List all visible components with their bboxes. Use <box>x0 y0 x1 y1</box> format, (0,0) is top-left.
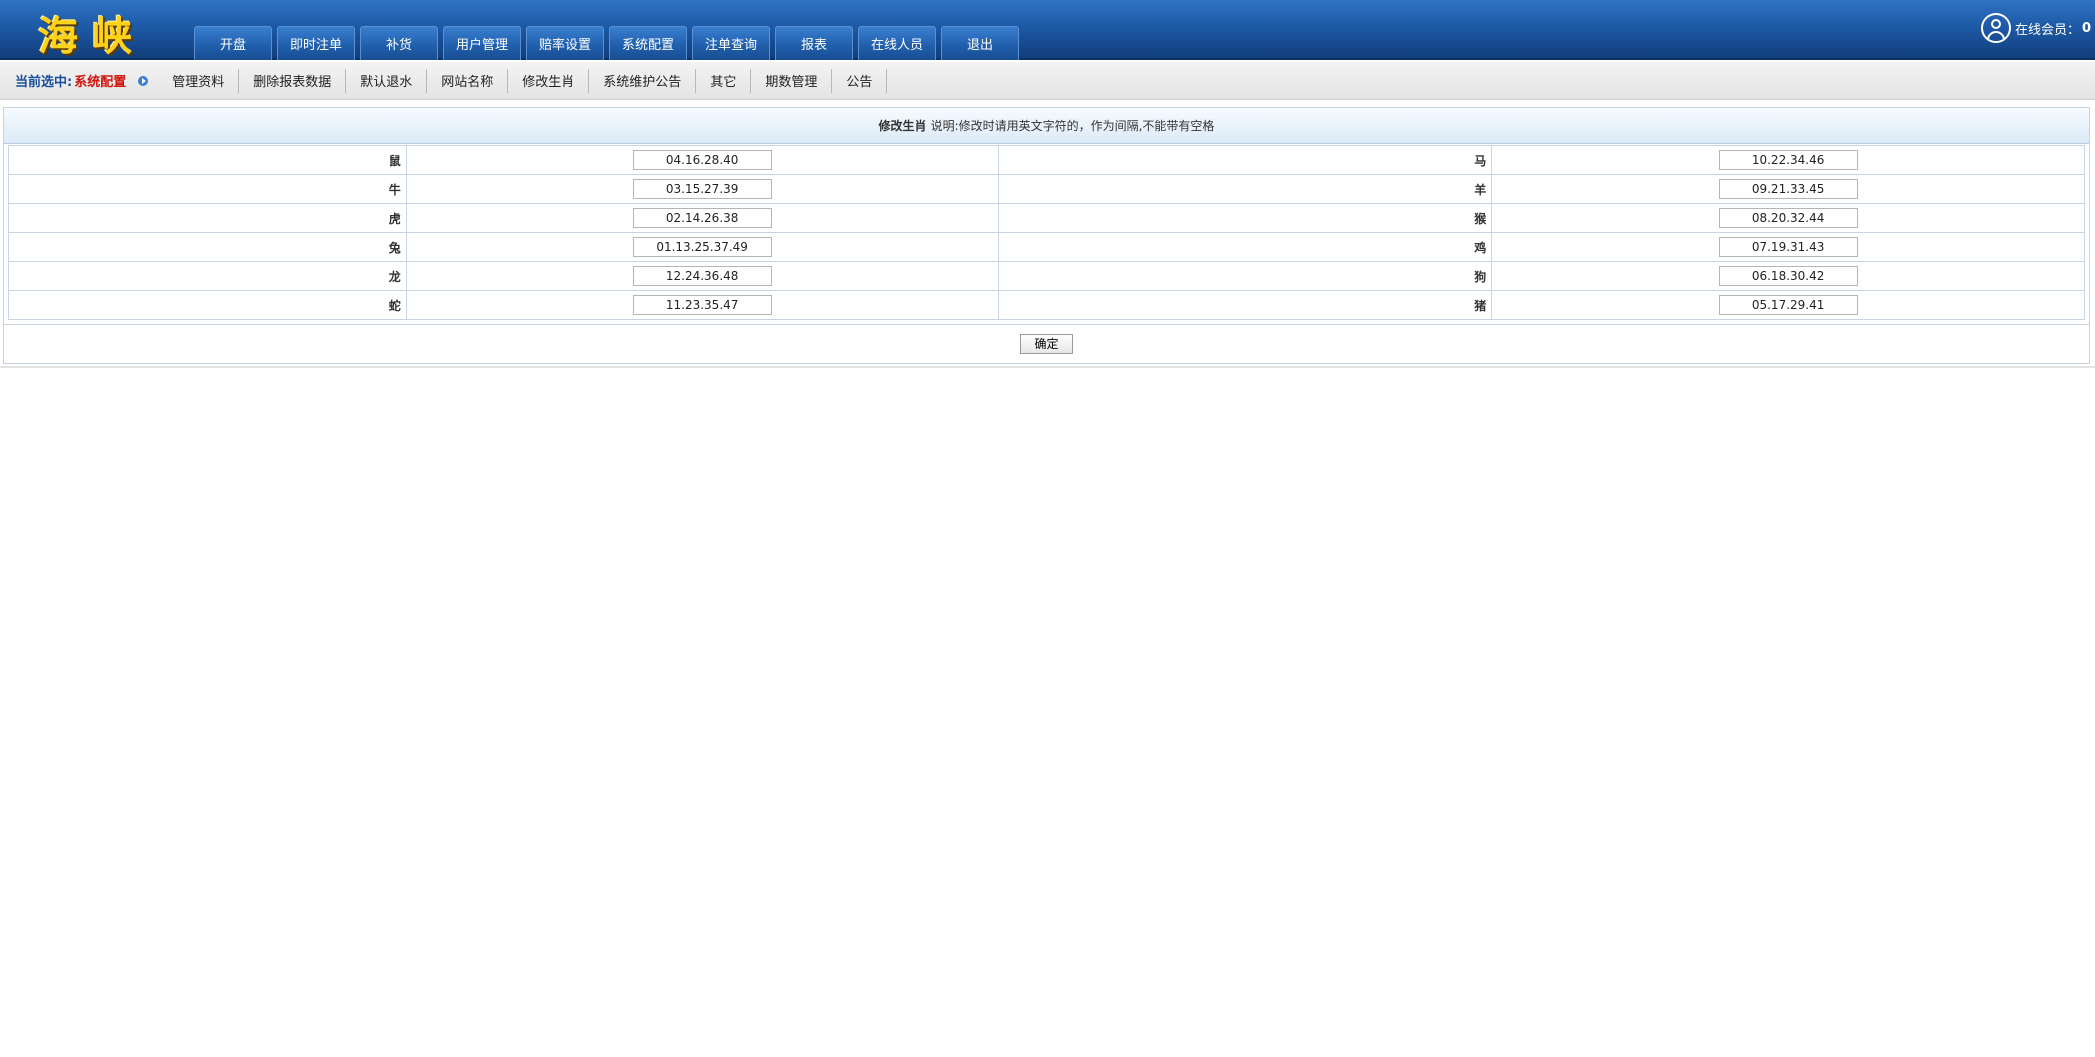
table-row: 龙狗 <box>8 261 2085 291</box>
zodiac-cell <box>1491 174 2085 204</box>
subnav-site-name[interactable]: 网站名称 <box>427 68 509 93</box>
online-label: 在线会员： <box>2014 22 2080 38</box>
panel-header: 修改生肖 说明:修改时请用英文字符的，作为间隔,不能带有空格 <box>4 108 2089 144</box>
zodiac-label: 鼠 <box>8 145 407 175</box>
zodiac-numbers-input[interactable] <box>632 295 772 315</box>
zodiac-numbers-input[interactable] <box>1718 237 1858 257</box>
subnav-default-rebate[interactable]: 默认退水 <box>346 68 428 93</box>
subnav-other[interactable]: 其它 <box>696 68 752 93</box>
zodiac-label: 虎 <box>8 203 407 233</box>
subnav-edit-zodiac[interactable]: 修改生肖 <box>508 68 590 93</box>
zodiac-cell <box>1491 232 2085 262</box>
subnav-period-management[interactable]: 期数管理 <box>751 68 833 93</box>
table-row: 牛羊 <box>8 174 2085 204</box>
zodiac-numbers-input[interactable] <box>1718 150 1858 170</box>
zodiac-label: 狗 <box>997 261 1493 291</box>
arrow-right-icon <box>138 75 149 86</box>
subnav-announcement[interactable]: 公告 <box>832 68 888 93</box>
zodiac-label: 猪 <box>997 290 1493 320</box>
zodiac-label: 龙 <box>8 261 407 291</box>
table-row: 虎猴 <box>8 203 2085 233</box>
nav-bet-query[interactable]: 注单查询 <box>692 26 770 60</box>
nav-online-users[interactable]: 在线人员 <box>858 26 936 60</box>
zodiac-numbers-input[interactable] <box>632 179 772 199</box>
zodiac-cell <box>405 145 999 175</box>
zodiac-label: 牛 <box>8 174 407 204</box>
site-logo: 海峡 <box>38 13 146 60</box>
zodiac-edit-panel: 修改生肖 说明:修改时请用英文字符的，作为间隔,不能带有空格 鼠马牛羊虎猴兔鸡龙… <box>3 107 2090 364</box>
current-selection-value: 系统配置 <box>74 75 127 90</box>
nav-restock[interactable]: 补货 <box>360 26 438 60</box>
table-row: 鼠马 <box>8 145 2085 175</box>
zodiac-label: 兔 <box>8 232 407 262</box>
main-nav: 开盘 即时注单 补货 用户管理 赔率设置 系统配置 注单查询 报表 在线人员 退… <box>194 26 1024 60</box>
zodiac-cell <box>1491 290 2085 320</box>
nav-open-market[interactable]: 开盘 <box>194 26 272 60</box>
panel-footer: 确定 <box>4 324 2089 362</box>
zodiac-numbers-input[interactable] <box>1718 208 1858 228</box>
zodiac-cell <box>405 203 999 233</box>
zodiac-numbers-input[interactable] <box>632 150 772 170</box>
sub-nav: 管理资料 删除报表数据 默认退水 网站名称 修改生肖 系统维护公告 其它 期数管… <box>158 68 888 93</box>
user-icon <box>1980 13 2011 43</box>
online-members: 在线会员： 0 <box>1980 13 2091 43</box>
zodiac-cell <box>405 174 999 204</box>
divider <box>0 366 2095 368</box>
zodiac-cell <box>405 232 999 262</box>
zodiac-label: 猴 <box>997 203 1493 233</box>
zodiac-label: 马 <box>997 145 1493 175</box>
nav-reports[interactable]: 报表 <box>775 26 853 60</box>
zodiac-label: 鸡 <box>997 232 1493 262</box>
zodiac-cell <box>405 290 999 320</box>
nav-system-config[interactable]: 系统配置 <box>609 26 687 60</box>
table-row: 兔鸡 <box>8 232 2085 262</box>
zodiac-label: 蛇 <box>8 290 407 320</box>
zodiac-numbers-input[interactable] <box>632 237 772 257</box>
top-header: 海峡 开盘 即时注单 补货 用户管理 赔率设置 系统配置 注单查询 报表 在线人… <box>0 0 2095 60</box>
subnav-delete-report-data[interactable]: 删除报表数据 <box>239 68 347 93</box>
zodiac-numbers-input[interactable] <box>1718 295 1858 315</box>
sub-nav-bar: 当前选中: 系统配置 管理资料 删除报表数据 默认退水 网站名称 修改生肖 系统… <box>0 62 2095 100</box>
nav-user-management[interactable]: 用户管理 <box>443 26 521 60</box>
zodiac-label: 羊 <box>997 174 1493 204</box>
current-selection-label: 当前选中: <box>15 75 73 90</box>
table-row: 蛇猪 <box>8 290 2085 320</box>
zodiac-numbers-input[interactable] <box>1718 179 1858 199</box>
zodiac-cell <box>405 261 999 291</box>
zodiac-cell <box>1491 145 2085 175</box>
nav-odds-settings[interactable]: 赔率设置 <box>526 26 604 60</box>
subnav-admin-profile[interactable]: 管理资料 <box>158 68 240 93</box>
zodiac-cell <box>1491 261 2085 291</box>
panel-title: 修改生肖 <box>878 119 927 133</box>
zodiac-cell <box>1491 203 2085 233</box>
zodiac-table: 鼠马牛羊虎猴兔鸡龙狗蛇猪 <box>8 145 2085 320</box>
subnav-maintenance-notice[interactable]: 系统维护公告 <box>589 68 697 93</box>
zodiac-numbers-input[interactable] <box>632 266 772 286</box>
nav-logout[interactable]: 退出 <box>941 26 1019 60</box>
zodiac-numbers-input[interactable] <box>632 208 772 228</box>
online-count: 0 <box>2081 20 2091 36</box>
zodiac-numbers-input[interactable] <box>1718 266 1858 286</box>
confirm-button[interactable]: 确定 <box>1020 333 1073 354</box>
panel-note: 说明:修改时请用英文字符的，作为间隔,不能带有空格 <box>930 119 1215 133</box>
nav-live-bets[interactable]: 即时注单 <box>277 26 355 60</box>
